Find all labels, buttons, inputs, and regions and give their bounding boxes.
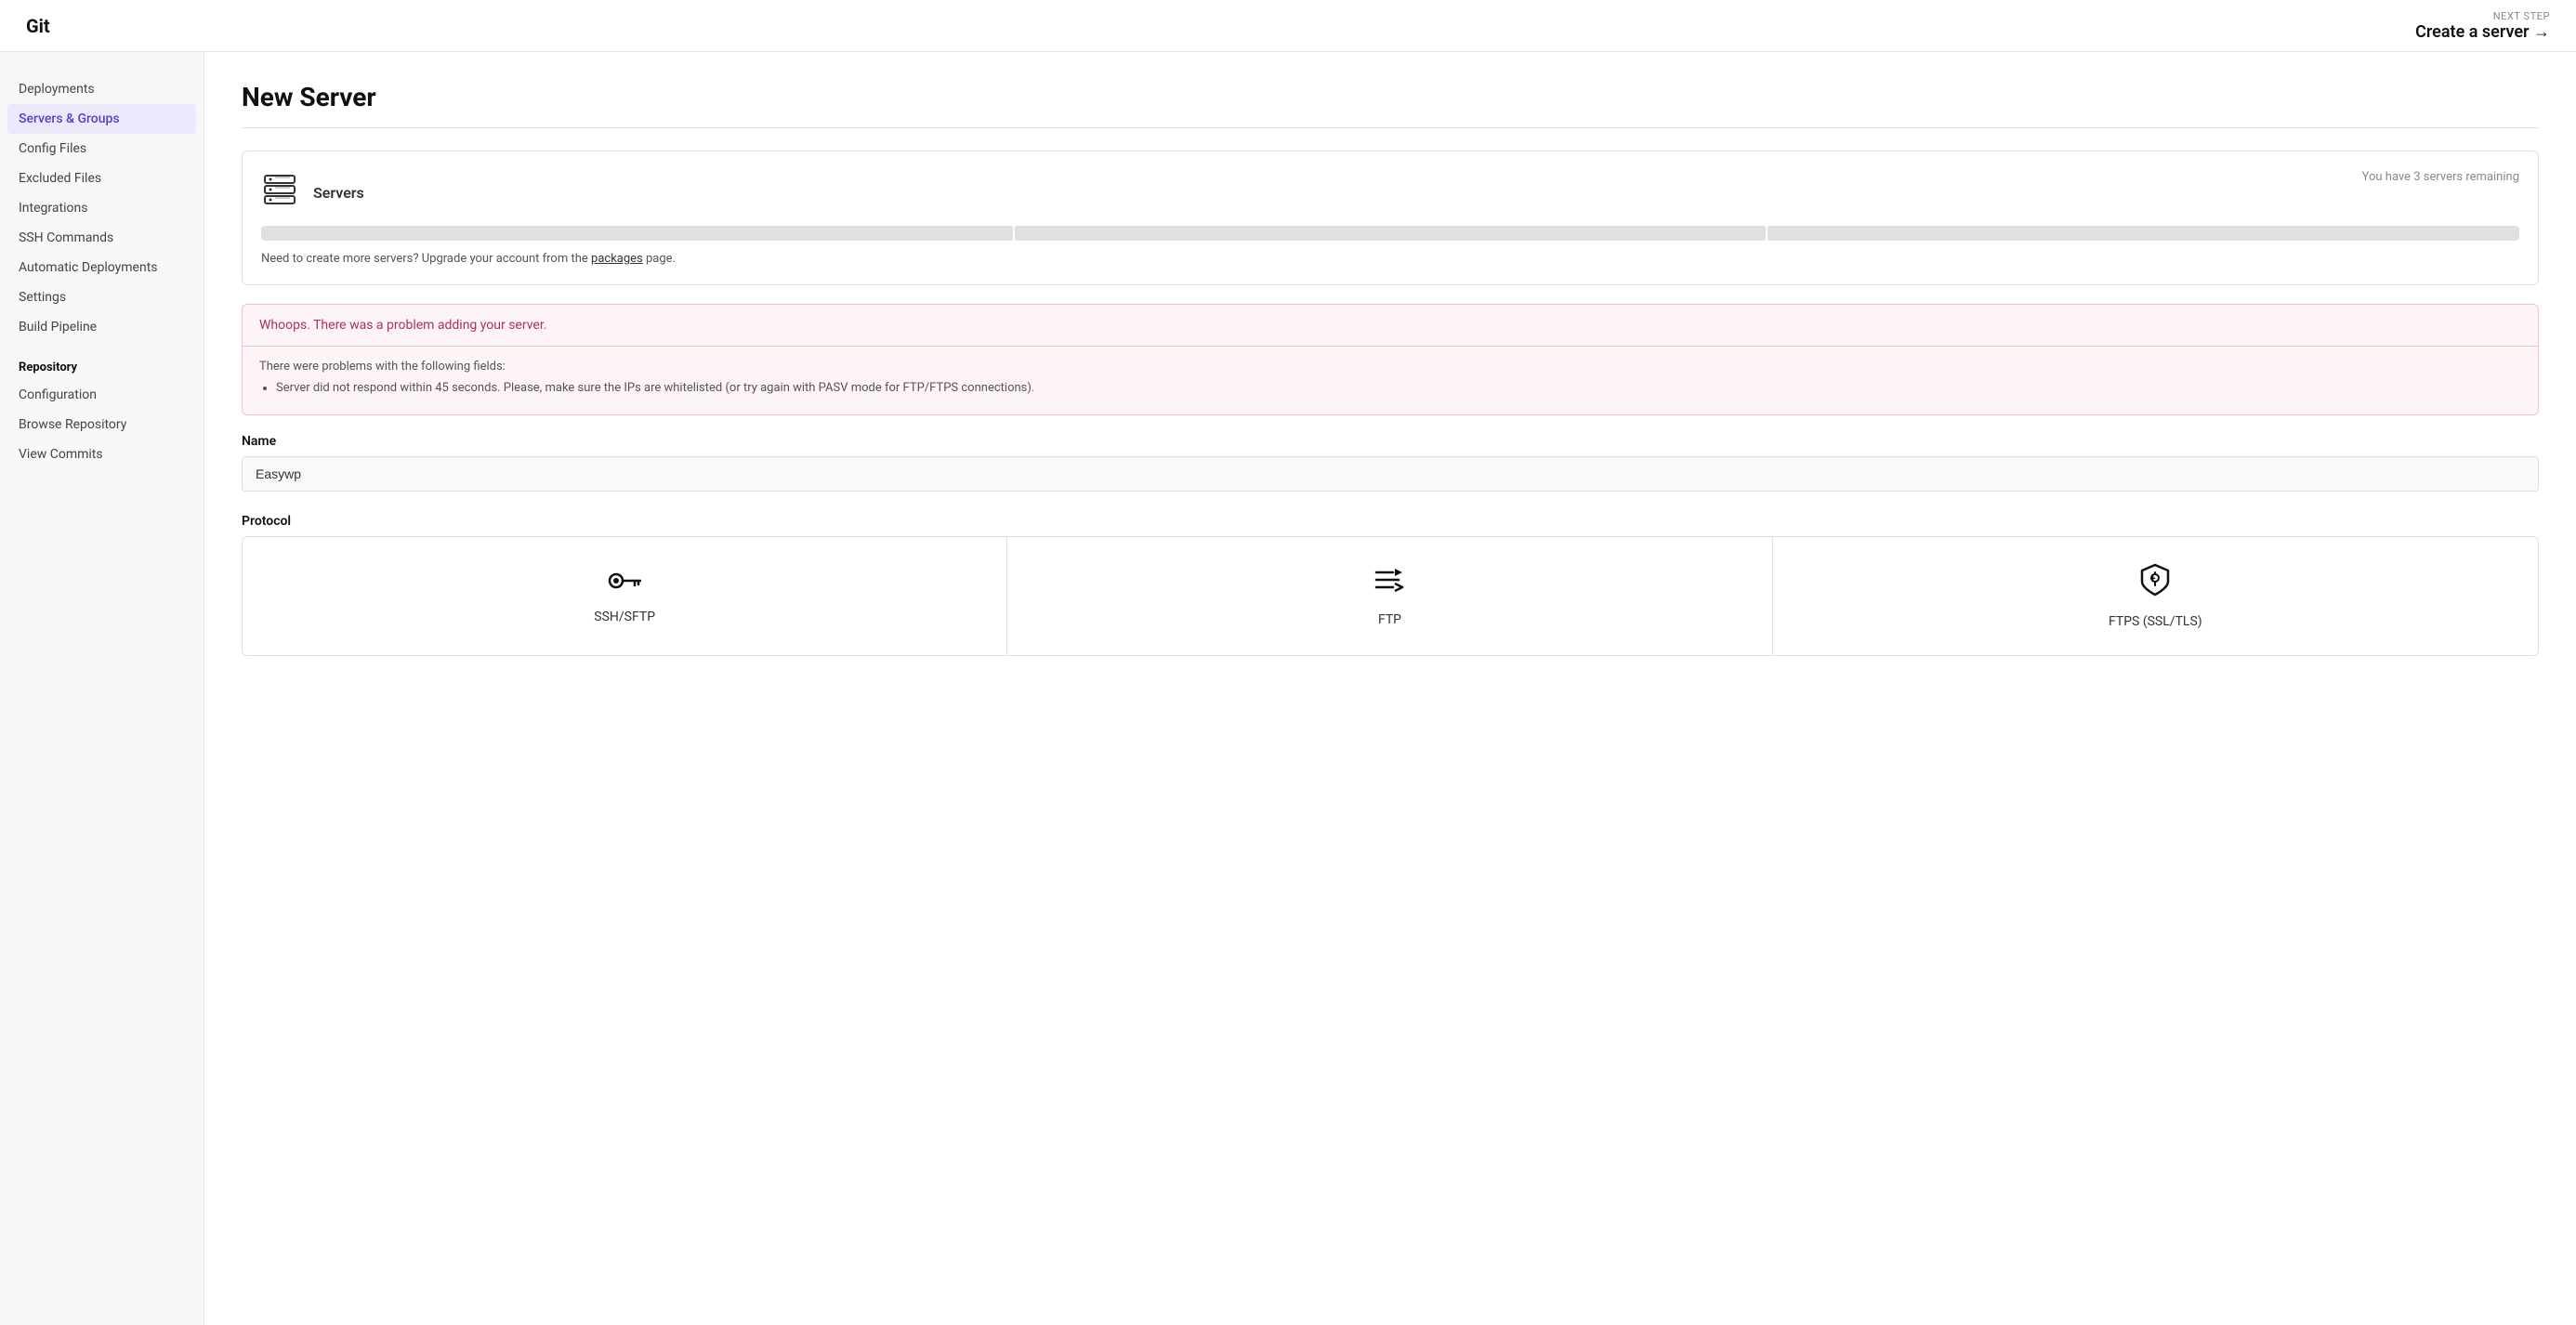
servers-card: Servers You have 3 servers remaining Nee… bbox=[242, 151, 2539, 285]
server-icon bbox=[261, 170, 298, 215]
sidebar-item-automatic-deployments[interactable]: Automatic Deployments bbox=[0, 253, 204, 282]
error-card: Whoops. There was a problem adding your … bbox=[242, 304, 2539, 415]
servers-card-left: Servers bbox=[261, 170, 364, 215]
protocol-grid: SSH/SFTP FTP bbox=[242, 536, 2539, 656]
page-title: New Server bbox=[242, 82, 2539, 112]
sidebar-item-servers-groups[interactable]: Servers & Groups bbox=[7, 104, 196, 134]
sidebar-item-excluded-files[interactable]: Excluded Files bbox=[0, 164, 204, 193]
protocol-form-group: Protocol SSH/SFTP bbox=[242, 514, 2539, 656]
main-layout: Deployments Servers & Groups Config File… bbox=[0, 52, 2576, 1325]
packages-link[interactable]: packages bbox=[591, 252, 643, 266]
servers-remaining-text: You have 3 servers remaining bbox=[2362, 170, 2519, 184]
progress-segment-2 bbox=[1015, 226, 1767, 241]
protocol-ssh-sftp-label: SSH/SFTP bbox=[594, 610, 655, 624]
top-header: Git NEXT STEP Create a server → bbox=[0, 0, 2576, 52]
sidebar-item-browse-repository[interactable]: Browse Repository bbox=[0, 410, 204, 439]
protocol-ftps-label: FTPS (SSL/TLS) bbox=[2109, 614, 2202, 629]
sidebar-item-build-pipeline[interactable]: Build Pipeline bbox=[0, 312, 204, 342]
sidebar-item-settings[interactable]: Settings bbox=[0, 282, 204, 312]
sidebar-item-config-files[interactable]: Config Files bbox=[0, 134, 204, 164]
name-form-group: Name bbox=[242, 434, 2539, 492]
key-icon bbox=[608, 568, 641, 598]
servers-progress-bar bbox=[261, 226, 2519, 241]
repository-section-title: Repository bbox=[0, 349, 204, 380]
error-item-1: Server did not respond within 45 seconds… bbox=[276, 379, 2521, 398]
protocol-ftp-label: FTP bbox=[1378, 612, 1401, 627]
error-header: Whoops. There was a problem adding your … bbox=[243, 305, 2538, 347]
sidebar-item-deployments[interactable]: Deployments bbox=[0, 74, 204, 104]
sidebar: Deployments Servers & Groups Config File… bbox=[0, 52, 204, 1325]
main-content: New Server bbox=[204, 52, 2576, 1325]
protocol-ftp[interactable]: FTP bbox=[1007, 537, 1772, 655]
next-step-container: NEXT STEP Create a server → bbox=[2415, 10, 2550, 42]
error-body: There were problems with the following f… bbox=[243, 347, 2538, 414]
title-divider bbox=[242, 127, 2539, 128]
sidebar-item-integrations[interactable]: Integrations bbox=[0, 193, 204, 223]
svg-text:+: + bbox=[2150, 574, 2156, 584]
protocol-ftps[interactable]: + FTPS (SSL/TLS) bbox=[1773, 537, 2538, 655]
progress-segment-1 bbox=[261, 226, 1013, 241]
shield-icon: + bbox=[2140, 563, 2170, 603]
servers-card-header: Servers You have 3 servers remaining bbox=[261, 170, 2519, 215]
ftp-icon bbox=[1373, 565, 1406, 601]
sidebar-item-ssh-commands[interactable]: SSH Commands bbox=[0, 223, 204, 253]
error-fields-label: There were problems with the following f… bbox=[259, 360, 506, 374]
protocol-ssh-sftp[interactable]: SSH/SFTP bbox=[243, 537, 1007, 655]
progress-segment-3 bbox=[1768, 226, 2519, 241]
sidebar-item-configuration[interactable]: Configuration bbox=[0, 380, 204, 410]
sidebar-item-view-commits[interactable]: View Commits bbox=[0, 439, 204, 469]
name-input[interactable] bbox=[242, 456, 2539, 492]
error-list: Server did not respond within 45 seconds… bbox=[276, 379, 2521, 398]
servers-note: Need to create more servers? Upgrade you… bbox=[261, 252, 2519, 266]
next-step-label: NEXT STEP bbox=[2415, 10, 2550, 22]
protocol-label: Protocol bbox=[242, 514, 2539, 529]
name-label: Name bbox=[242, 434, 2539, 449]
servers-card-title: Servers bbox=[313, 184, 364, 202]
app-title: Git bbox=[26, 15, 50, 37]
next-step-link[interactable]: Create a server → bbox=[2415, 22, 2550, 42]
